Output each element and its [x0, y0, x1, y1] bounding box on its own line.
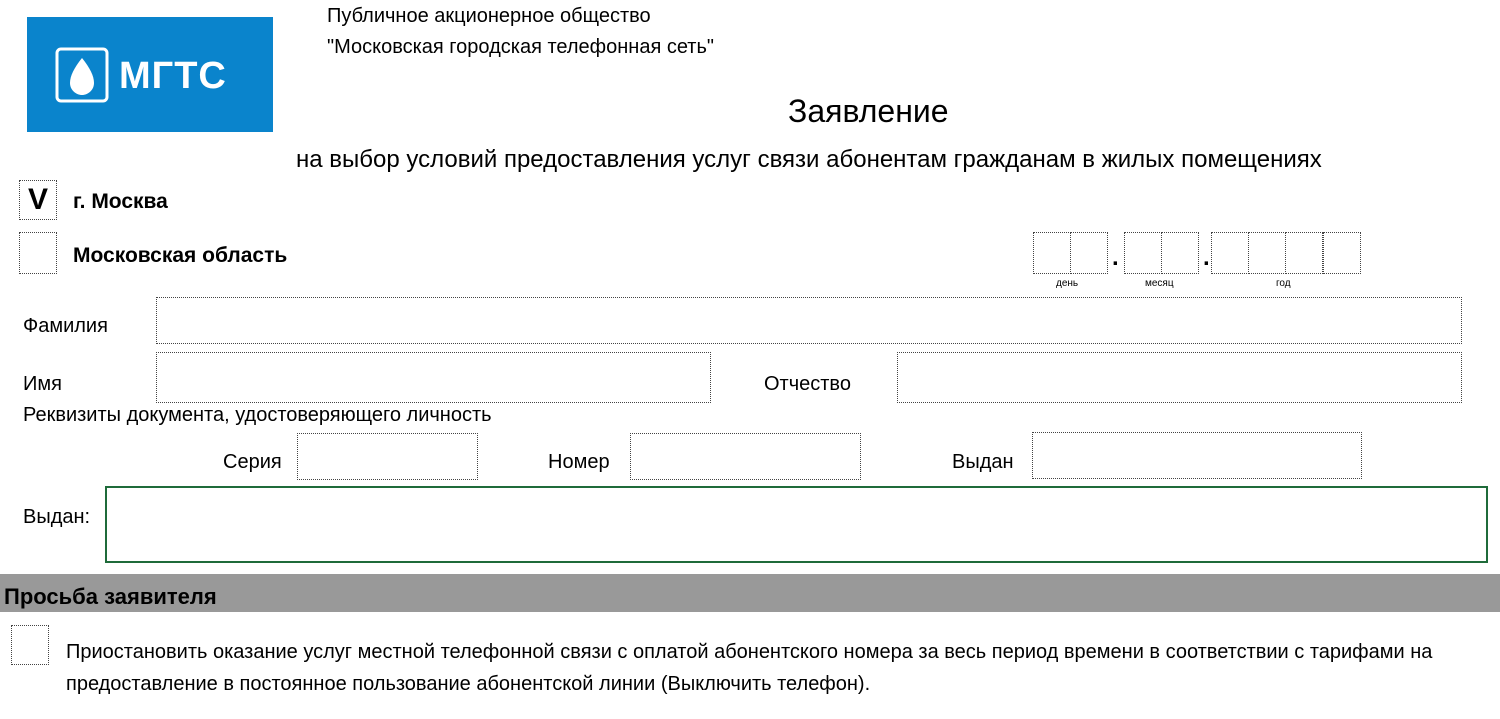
checkbox-check-mark: V: [27, 183, 48, 216]
series-input[interactable]: [297, 433, 478, 480]
year-digit-4[interactable]: [1323, 232, 1361, 274]
patronymic-label: Отчество: [764, 373, 851, 395]
month-caption: месяц: [1145, 278, 1174, 289]
name-label: Имя: [23, 373, 62, 395]
logo-text: МГТС: [119, 55, 227, 97]
id-document-heading: Реквизиты документа, удостоверяющего лич…: [23, 404, 492, 426]
year-digit-1[interactable]: [1211, 232, 1249, 274]
issued-date-input[interactable]: [1032, 432, 1362, 479]
moscow-oblast-label: Московская область: [73, 244, 288, 267]
series-label: Серия: [223, 451, 282, 473]
suspend-service-text: Приостановить оказание услуг местной тел…: [66, 641, 1433, 695]
day-digit-2[interactable]: [1070, 232, 1108, 274]
month-digit-1[interactable]: [1124, 232, 1162, 274]
mgts-logo: МГТС: [27, 17, 273, 132]
year-caption: год: [1276, 278, 1291, 289]
issued-by-label: Выдан:: [23, 506, 91, 528]
number-input[interactable]: [630, 433, 861, 480]
year-digit-3[interactable]: [1285, 232, 1323, 274]
document-subtitle: на выбор условий предоставления услуг св…: [296, 146, 1322, 173]
surname-input[interactable]: [156, 297, 1462, 344]
date-field: . . день месяц год: [1033, 232, 1363, 294]
issued-date-label: Выдан: [952, 451, 1014, 473]
document-title: Заявление: [788, 93, 949, 129]
request-section-title: Просьба заявителя: [4, 584, 217, 609]
patronymic-input[interactable]: [897, 352, 1462, 403]
date-separator: .: [1112, 244, 1119, 271]
date-separator: .: [1203, 244, 1210, 271]
day-caption: день: [1056, 278, 1079, 289]
request-section-bar: [0, 574, 1500, 612]
day-digit-1[interactable]: [1033, 232, 1071, 274]
issued-by-input[interactable]: [105, 486, 1488, 563]
number-label: Номер: [548, 451, 610, 473]
moscow-checkbox[interactable]: V: [19, 180, 57, 220]
mgts-logo-graphic: МГТС: [55, 47, 227, 102]
year-digit-2[interactable]: [1248, 232, 1286, 274]
moscow-label: г. Москва: [73, 190, 168, 213]
month-digit-2[interactable]: [1161, 232, 1199, 274]
moscow-oblast-checkbox[interactable]: [19, 232, 57, 274]
name-input[interactable]: [156, 352, 711, 403]
suspend-service-checkbox[interactable]: [11, 625, 49, 665]
org-name-line1: Публичное акционерное общество: [327, 5, 651, 27]
org-name-line2: "Московская городская телефонная сеть": [327, 36, 714, 58]
surname-label: Фамилия: [23, 315, 108, 337]
